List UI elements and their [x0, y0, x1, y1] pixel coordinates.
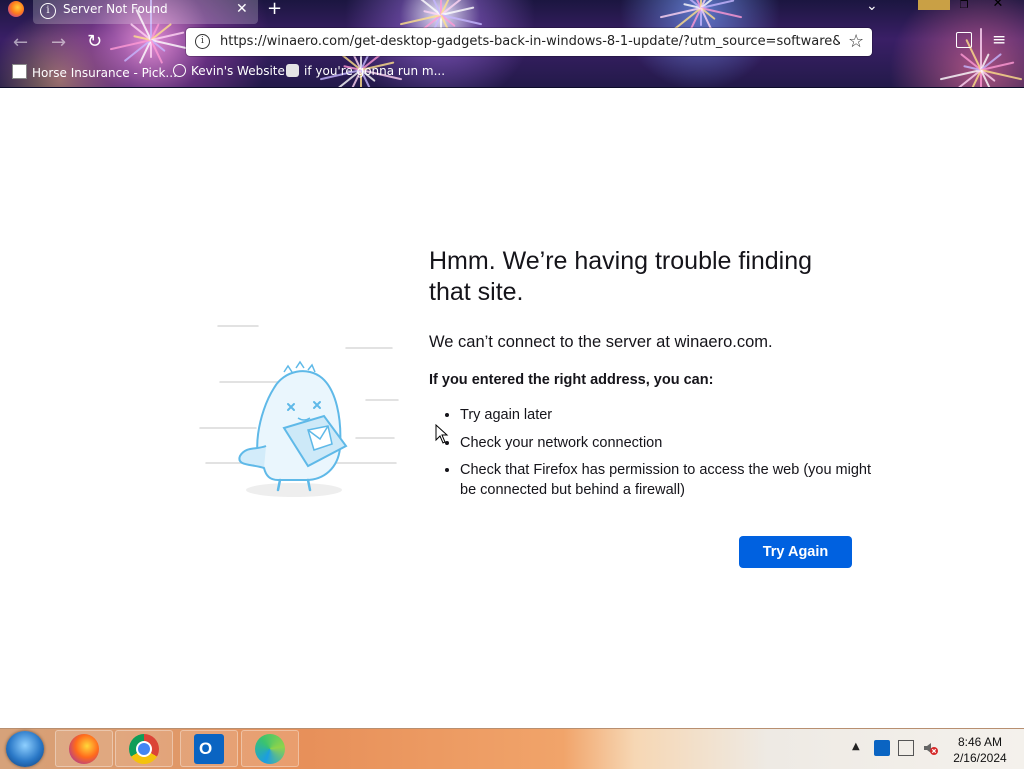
- bookmark-kevins-website[interactable]: Kevin's Website: [173, 64, 285, 82]
- bookmark-label: if you're gonna run m...: [304, 64, 446, 78]
- reload-icon[interactable]: ↻: [87, 31, 102, 52]
- chrome-icon: [129, 734, 159, 764]
- url-bar[interactable]: i https://winaero.com/get-desktop-gadget…: [186, 28, 872, 56]
- list-item: Check that Firefox has permission to acc…: [460, 460, 880, 500]
- dino-illustration: [199, 325, 399, 497]
- bookmark-horse-insurance[interactable]: Horse Insurance - Pick...: [12, 64, 177, 82]
- list-item: Check your network connection: [460, 433, 880, 453]
- outlook-tray-icon[interactable]: [874, 740, 890, 756]
- volume-muted-icon[interactable]: [922, 740, 938, 756]
- taskbar-firefox[interactable]: [55, 730, 113, 767]
- bookmark-gonna-run[interactable]: if you're gonna run m...: [286, 64, 445, 82]
- clock-date[interactable]: 2/16/2024: [940, 751, 1020, 765]
- taskbar: O ▲ 8:46 AM 2/16/2024: [0, 728, 1024, 769]
- taskbar-outlook[interactable]: O: [180, 730, 238, 767]
- site-icon: [286, 64, 299, 77]
- edge-icon: [255, 734, 285, 764]
- bookmark-label: Kevin's Website: [191, 64, 285, 78]
- minimize-button[interactable]: [918, 0, 950, 10]
- globe-icon: [173, 64, 186, 77]
- extensions-icon[interactable]: [956, 32, 972, 48]
- bookmark-star-icon[interactable]: ☆: [848, 31, 864, 52]
- info-icon: i: [40, 3, 56, 19]
- suggestions-heading: If you entered the right address, you ca…: [429, 372, 714, 388]
- outlook-icon: O: [194, 734, 224, 764]
- page-icon: [12, 64, 27, 79]
- tab-title: Server Not Found: [63, 2, 168, 16]
- mouse-cursor-icon: [435, 424, 449, 444]
- menu-icon[interactable]: ≡: [992, 30, 1006, 50]
- show-hidden-icons-icon[interactable]: ▲: [852, 741, 860, 752]
- site-info-icon[interactable]: i: [195, 34, 210, 49]
- new-tab-icon[interactable]: +: [267, 0, 282, 19]
- start-button[interactable]: [6, 731, 44, 767]
- error-subtitle: We can’t connect to the server at winaer…: [429, 333, 773, 351]
- suggestions-list: Try again later Check your network conne…: [430, 405, 880, 508]
- try-again-button[interactable]: Try Again: [739, 536, 852, 568]
- close-window-button[interactable]: ✕: [985, 0, 1011, 11]
- back-icon[interactable]: ←: [13, 32, 28, 53]
- browser-toolbar: i Server Not Found ✕ + ⌄ ❐ ✕ ← → ↻ i htt…: [0, 0, 1024, 88]
- forward-icon[interactable]: →: [51, 32, 66, 53]
- close-tab-icon[interactable]: ✕: [236, 1, 248, 17]
- bookmark-label: Horse Insurance - Pick...: [32, 66, 177, 80]
- list-item: Try again later: [460, 405, 880, 425]
- firefox-icon: [69, 734, 99, 764]
- taskbar-chrome[interactable]: [115, 730, 173, 767]
- clock-time[interactable]: 8:46 AM: [940, 735, 1020, 749]
- error-title: Hmm. We’re having trouble finding that s…: [429, 247, 813, 306]
- url-text[interactable]: https://winaero.com/get-desktop-gadgets-…: [220, 34, 840, 49]
- maximize-button[interactable]: ❐: [950, 0, 978, 11]
- taskbar-edge[interactable]: [241, 730, 299, 767]
- tab-list-icon[interactable]: ⌄: [866, 0, 878, 14]
- firefox-logo-icon[interactable]: [8, 1, 24, 17]
- network-icon[interactable]: [898, 740, 914, 756]
